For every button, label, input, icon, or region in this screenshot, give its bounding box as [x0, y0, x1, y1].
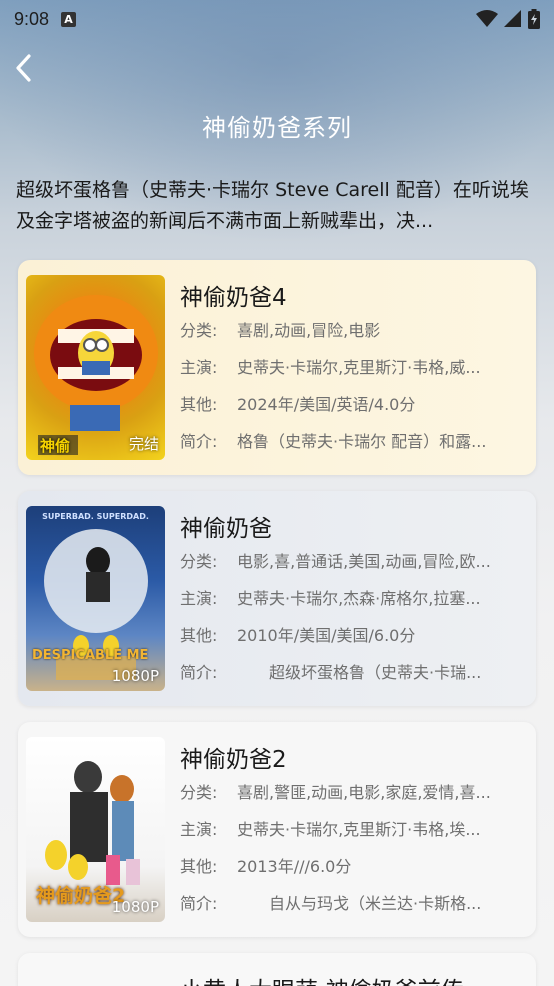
movie-title: 神偷奶爸2: [180, 747, 287, 773]
movie-title: 神偷奶爸4: [180, 285, 287, 311]
poster-title-text: DESPICABLE ME: [32, 648, 149, 663]
label-intro: 简介:: [180, 894, 218, 913]
value-other: 2024年/美国/英语/4.0分: [237, 395, 416, 414]
label-category: 分类:: [180, 321, 218, 340]
movie-card[interactable]: SUPERBAD. SUPERDAD. DESPICABLE ME 1080P …: [18, 491, 536, 706]
label-cast: 主演:: [180, 358, 218, 377]
series-description[interactable]: 超级坏蛋格鲁（史蒂夫·卡瑞尔 Steve Carell 配音）在听说埃及金字塔被…: [16, 175, 538, 237]
info-row-other: 其他: 2024年/美国/英语/4.0分: [180, 386, 528, 423]
poster-badge: 完结: [128, 435, 159, 453]
battery-icon: [528, 9, 540, 29]
poster-art: [44, 529, 148, 680]
movie-info: 神偷奶爸4 分类: 喜剧,动画,冒险,电影 主演: 史蒂夫·卡瑞尔,克里斯汀·韦…: [180, 278, 528, 460]
poster-badge: 1080P: [111, 898, 159, 916]
poster-tagline: SUPERBAD. SUPERDAD.: [42, 512, 149, 521]
status-icons: [476, 9, 540, 29]
movie-title: 神偷奶爸: [180, 516, 272, 542]
movie-card[interactable]: 神偷奶爸2 1080P 神偷奶爸2 分类: 喜剧,警匪,动画,电影,家庭,爱情,…: [18, 722, 536, 937]
value-cast: 史蒂夫·卡瑞尔,克里斯汀·韦格,威...: [237, 358, 481, 377]
movie-poster: 神偷奶爸2 1080P: [26, 737, 165, 922]
value-intro: 自从与玛戈（米兰达·卡斯格...: [237, 894, 482, 913]
value-category: 喜剧,警匪,动画,电影,家庭,爱情,喜...: [237, 783, 491, 802]
wifi-icon: [476, 10, 498, 27]
info-row-category: 分类: 喜剧,动画,冒险,电影: [180, 312, 528, 349]
label-category: 分类:: [180, 783, 218, 802]
info-row-cast: 主演: 史蒂夫·卡瑞尔,杰森·席格尔,拉塞...: [180, 580, 528, 617]
label-other: 其他:: [180, 626, 218, 645]
movie-poster: 神偷 完结: [26, 275, 165, 460]
info-row-category: 分类: 电影,喜,普通话,美国,动画,冒险,欧...: [180, 543, 528, 580]
movie-info: 神偷奶爸2 分类: 喜剧,警匪,动画,电影,家庭,爱情,喜... 主演: 史蒂夫…: [180, 740, 528, 922]
info-row-intro: 简介: 自从与玛戈（米兰达·卡斯格...: [180, 885, 528, 922]
movie-info: 神偷奶爸 分类: 电影,喜,普通话,美国,动画,冒险,欧... 主演: 史蒂夫·…: [180, 509, 528, 691]
label-category: 分类:: [180, 552, 218, 571]
value-other: 2013年///6.0分: [237, 857, 352, 876]
movie-title: 小黄人大眼萌:神偷奶爸前传: [180, 971, 528, 986]
value-category: 喜剧,动画,冒险,电影: [237, 321, 381, 340]
movie-card[interactable]: 小黄人大眼萌:神偷奶爸前传: [18, 953, 536, 986]
label-other: 其他:: [180, 857, 218, 876]
status-time: 9:08: [14, 8, 50, 29]
value-cast: 史蒂夫·卡瑞尔,杰森·席格尔,拉塞...: [237, 589, 481, 608]
movie-poster: SUPERBAD. SUPERDAD. DESPICABLE ME 1080P: [26, 506, 165, 691]
a-notification-icon: A: [61, 11, 77, 27]
info-row-cast: 主演: 史蒂夫·卡瑞尔,克里斯汀·韦格,威...: [180, 349, 528, 386]
info-row-other: 其他: 2010年/美国/美国/6.0分: [180, 617, 528, 654]
info-row-category: 分类: 喜剧,警匪,动画,电影,家庭,爱情,喜...: [180, 774, 528, 811]
value-other: 2010年/美国/美国/6.0分: [237, 626, 416, 645]
signal-icon: [504, 10, 521, 27]
info-row-other: 其他: 2013年///6.0分: [180, 848, 528, 885]
movie-card[interactable]: 神偷 完结 神偷奶爸4 分类: 喜剧,动画,冒险,电影 主演: 史蒂夫·卡瑞尔,…: [18, 260, 536, 475]
value-cast: 史蒂夫·卡瑞尔,克里斯汀·韦格,埃...: [237, 820, 481, 839]
value-category: 电影,喜,普通话,美国,动画,冒险,欧...: [237, 552, 491, 571]
info-row-intro: 简介: 格鲁（史蒂夫·卡瑞尔 配音）和露...: [180, 423, 528, 460]
label-intro: 简介:: [180, 432, 218, 451]
label-cast: 主演:: [180, 589, 218, 608]
value-intro: 格鲁（史蒂夫·卡瑞尔 配音）和露...: [237, 432, 487, 451]
poster-title-text: 神偷: [40, 437, 71, 455]
label-cast: 主演:: [180, 820, 218, 839]
back-arrow-icon[interactable]: [12, 52, 38, 84]
movie-info: 小黄人大眼萌:神偷奶爸前传: [180, 971, 528, 986]
poster-badge: 1080P: [111, 667, 159, 685]
info-row-cast: 主演: 史蒂夫·卡瑞尔,克里斯汀·韦格,埃...: [180, 811, 528, 848]
info-row-intro: 简介: 超级坏蛋格鲁（史蒂夫·卡瑞...: [180, 654, 528, 691]
value-intro: 超级坏蛋格鲁（史蒂夫·卡瑞...: [237, 663, 482, 682]
page-title: 神偷奶爸系列: [202, 114, 352, 142]
label-other: 其他:: [180, 395, 218, 414]
label-intro: 简介:: [180, 663, 218, 682]
status-bar: 9:08 A: [0, 0, 554, 38]
screen: 9:08 A 神偷奶爸系列 超级坏蛋格鲁（史蒂夫·卡瑞尔 Steve Carel…: [0, 0, 554, 986]
